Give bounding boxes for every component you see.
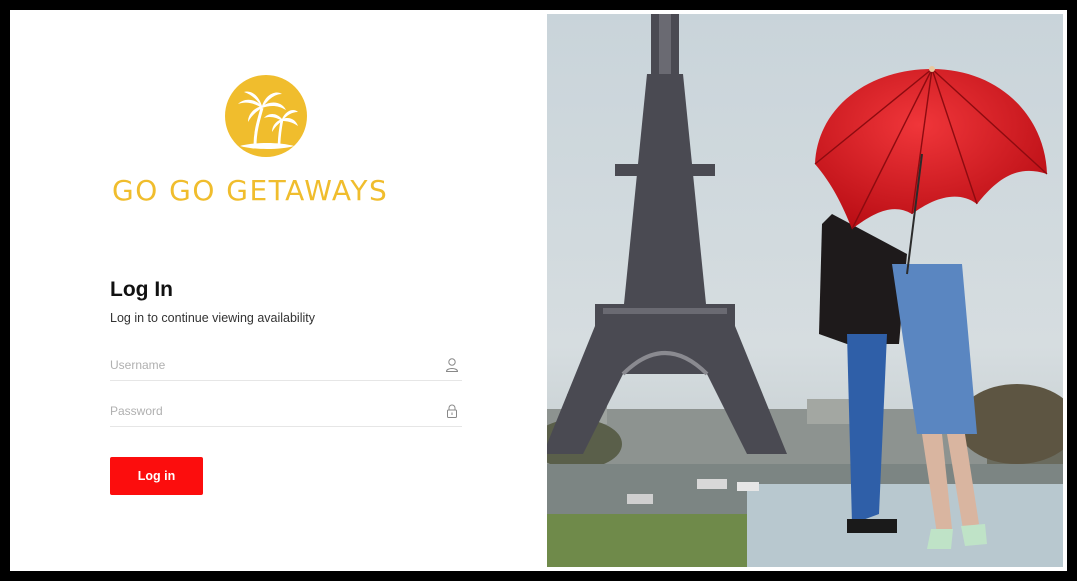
password-input[interactable] <box>110 398 430 424</box>
password-field <box>110 398 462 427</box>
page-title: Log In <box>110 278 173 301</box>
login-page: GO GO GETAWAYS Log In Log in to continue… <box>14 14 1063 567</box>
lock-icon <box>444 403 460 419</box>
login-button[interactable]: Log in <box>110 457 203 495</box>
palm-tree-sun-icon <box>224 74 308 158</box>
page-subtitle: Log in to continue viewing availability <box>110 311 315 325</box>
user-icon <box>444 357 460 373</box>
hero-image <box>547 14 1063 567</box>
username-input[interactable] <box>110 352 430 378</box>
brand-name: GO GO GETAWAYS <box>112 174 389 207</box>
login-panel: GO GO GETAWAYS Log In Log in to continue… <box>14 14 547 567</box>
username-field <box>110 352 462 381</box>
